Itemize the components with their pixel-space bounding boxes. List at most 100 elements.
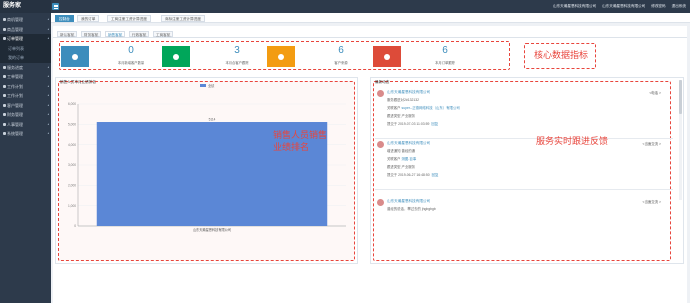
feed-item: 山东天瀚星恩科技有限公司 <当面交流 > 增进通知 曾经的通 关联客户 测图-百事 跟进…	[377, 141, 661, 187]
sidebar-item[interactable]: 客户管理 ◂	[0, 101, 51, 111]
sidebar-item-label: 我的订单	[8, 55, 24, 60]
stat-label: 本月合客户跟踪	[225, 61, 249, 65]
top-navbar: 山东天瀚星恩科技有限公司 山东天瀚星恩科技有限公司 修改密码 退出系统	[51, 0, 690, 13]
sidebar-item-label: 工作计划	[7, 93, 23, 98]
feed-detail-line: 关联客户 super--正德网络科技（山东）有限公司	[387, 105, 460, 110]
chevron-icon: ◂	[47, 93, 49, 97]
page-tab-dashboard[interactable]: 控制台	[55, 14, 74, 22]
reply-link[interactable]: 回复	[432, 173, 439, 177]
stat-label: 客户来源	[334, 61, 348, 65]
feed-detail-line: 增进通知 曾经的通	[387, 148, 415, 153]
menu-icon	[3, 18, 6, 22]
feed-detail-text: 跟进类型 产业服务	[387, 165, 416, 169]
stat-value: 0	[128, 45, 134, 56]
sidebar-item[interactable]: 财务管理 ◂	[0, 110, 51, 120]
menu-icon	[3, 27, 6, 31]
sidebar-item-label: 人事管理	[7, 121, 23, 127]
feed-divider	[375, 138, 673, 139]
sidebar-item-label: 服务进度	[7, 64, 23, 70]
sidebar: 服务家 商机管理 ◂ 商品管理 ◂ 订单管理 ◂ 订单列表 我的订单 服务进度 ◂ 工单管理 ◂ 工作计…	[0, 0, 51, 303]
scroll-thumb[interactable]	[679, 80, 682, 114]
sidebar-item-label: 订单列表	[8, 45, 24, 51]
feed-detail-text: 跟进类型 产业服务	[387, 114, 416, 118]
feed-detail-text: 关联客户 测图-百事	[387, 157, 417, 161]
feed-detail-text: 关联客户 super--正德网络科技（山东）有限公司	[387, 106, 460, 110]
stat-value: 6	[338, 45, 344, 56]
feed-item: 山东天瀚星恩科技有限公司 <电话 > 服务跟进对2#132132 关联客户 super…	[377, 90, 661, 136]
y-tick-label: 1,000	[68, 204, 76, 208]
sidebar-item[interactable]: 工作计划 ◂	[0, 82, 51, 92]
file-icon	[373, 46, 401, 67]
feed-detail-text: 提交于 2019-06-27 16:48:50	[387, 173, 430, 177]
feed-detail-line: 曾经的说话，攀过去的 jhgbgbgb	[387, 206, 436, 211]
feed-item: 山东天瀚星恩科技有限公司 <当面交流 > 曾经的说话，攀过去的 jhgbgbgb	[377, 199, 661, 245]
subtab-divider	[53, 37, 687, 38]
icon-glyph	[72, 53, 78, 60]
sidebar-item[interactable]: 工单管理 ◂	[0, 72, 51, 82]
avatar	[377, 141, 384, 148]
sidebar-item[interactable]: 商品管理 ◂	[0, 25, 51, 35]
stat-label: 本月订单跟踪	[435, 61, 455, 65]
feed-panel-title: 最新动态	[375, 80, 390, 84]
avatar	[377, 199, 384, 206]
menu-icon	[3, 84, 6, 88]
y-tick-label: 2,000	[68, 184, 76, 188]
sidebar-item[interactable]: 订单管理 ◂	[0, 34, 51, 44]
menu-icon	[3, 75, 6, 79]
feed-divider	[375, 189, 673, 190]
sidebar-item[interactable]: 商机管理 ◂	[0, 15, 51, 25]
change-password-link[interactable]: 修改密码	[651, 4, 665, 8]
hamburger-bar	[53, 6, 58, 7]
sidebar-item-label: 客户管理	[7, 102, 23, 108]
stat-label: 本月新增客户数量	[117, 61, 145, 65]
feed-author-link[interactable]: 山东天瀚星恩科技有限公司	[387, 90, 430, 95]
page-tab-my-orders[interactable]: 我的订单	[77, 14, 100, 22]
menu-icon	[3, 113, 6, 117]
chevron-icon: ◂	[47, 112, 49, 116]
sales-bar-chart: 0 1,000 2,000 3,000 4,000 5,000 6,000 业绩 5114 山东天…	[68, 83, 346, 232]
icon-glyph	[278, 53, 284, 60]
chevron-icon: ◂	[47, 102, 49, 107]
stat-value: 3	[234, 45, 240, 56]
hamburger-bar	[53, 7, 58, 9]
sidebar-item[interactable]: 人事管理 ◂	[0, 120, 51, 130]
callout-sales-line1: 销售人员销售	[273, 130, 328, 140]
icon-glyph	[173, 53, 179, 60]
question-circle-icon	[267, 46, 295, 67]
brand-logo: 服务家	[0, 0, 51, 13]
chevron-icon: ◂	[47, 121, 49, 126]
page-tab-trademark-registration[interactable]: 商标注册工资计算进度	[161, 14, 205, 22]
customer-link[interactable]: super--正德网络科技（山东）有限公司	[402, 106, 460, 110]
sidebar-item-label: 工作计划	[7, 83, 23, 89]
feed-author-link[interactable]: 山东天瀚星恩科技有限公司	[387, 141, 430, 146]
chevron-icon: ◂	[47, 36, 49, 40]
menu-icon	[3, 65, 6, 69]
sidebar-item[interactable]: 服务进度 ◂	[0, 63, 51, 73]
sidebar-item-label: 商品管理	[7, 26, 23, 32]
customer-link[interactable]: 测图-百事	[402, 157, 417, 161]
chevron-icon: ◂	[47, 17, 49, 21]
sidebar-item[interactable]: 我的订单	[0, 53, 51, 63]
stat-value: 6	[442, 45, 448, 56]
icon-glyph	[384, 53, 390, 60]
callout-service-feedback: 服务实时跟进反馈	[536, 136, 609, 146]
y-tick-label: 3,000	[68, 163, 76, 167]
feed-detail-line: 提交于 2019-06-27 16:48:50 回复	[387, 172, 438, 177]
sidebar-item-label: 财务管理	[7, 112, 23, 117]
sidebar-item[interactable]: 工作计划 ◂	[0, 91, 51, 101]
feed-scrollbar[interactable]	[679, 80, 682, 200]
users-icon	[61, 46, 89, 67]
menu-toggle-button[interactable]	[52, 3, 59, 10]
sidebar-item[interactable]: 订单列表	[0, 43, 51, 53]
feed-author-link[interactable]: 山东天瀚星恩科技有限公司	[387, 199, 430, 204]
user-company-menu[interactable]: 山东天瀚星恩科技有限公司	[602, 4, 645, 8]
legend-swatch	[200, 84, 206, 87]
sidebar-item[interactable]: 系统管理 ◂	[0, 129, 51, 139]
reply-link[interactable]: 回复	[431, 122, 438, 126]
page-tab-business-registration[interactable]: 工商注册工资计算进度	[107, 14, 151, 22]
feed-detail-line: 提交于 2019-07-03 11:03:59 回复	[387, 121, 438, 126]
logout-link[interactable]: 退出系统	[672, 4, 686, 8]
hamburger-bar	[53, 4, 58, 6]
feed-detail-text: 提交于 2019-07-03 11:03:59	[387, 122, 430, 126]
chevron-icon: ◂	[47, 74, 49, 78]
